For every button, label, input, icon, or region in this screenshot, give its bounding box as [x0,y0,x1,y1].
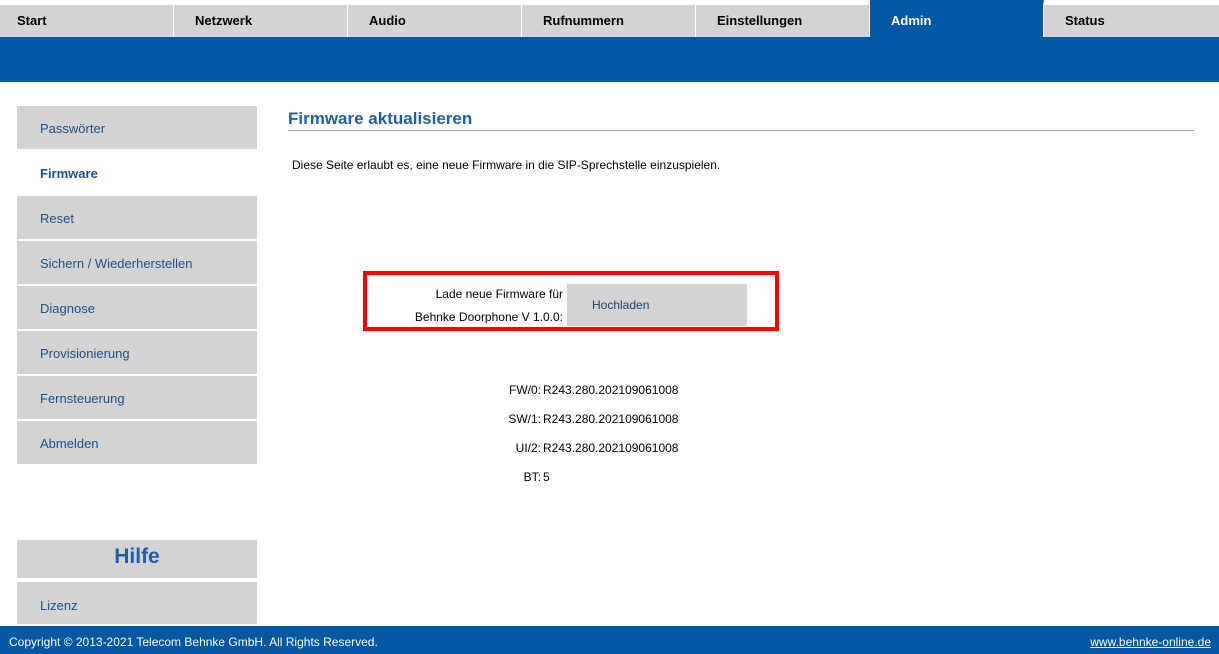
copyright-text: Copyright © 2013-2021 Telecom Behnke Gmb… [9,635,378,649]
tab-netzwerk[interactable]: Netzwerk [174,0,348,37]
version-key: BT: [523,470,541,484]
footer: Copyright © 2013-2021 Telecom Behnke Gmb… [0,626,1219,654]
version-key: FW/0: [509,383,541,397]
upload-label: Lade neue Firmware für Behnke Doorphone … [377,283,563,329]
top-navigation: Start Netzwerk Audio Rufnummern Einstell… [0,0,1219,37]
tab-admin[interactable]: Admin [870,0,1044,37]
version-row-sw: SW/1: R243.280.202109061008 [400,412,800,426]
version-value: R243.280.202109061008 [543,441,679,455]
version-row-ui: UI/2: R243.280.202109061008 [400,441,800,455]
sidebar-item-reset[interactable]: Reset [17,196,257,239]
upload-label-line1: Lade neue Firmware für [435,287,563,301]
version-key: UI/2: [515,441,541,455]
version-row-fw: FW/0: R243.280.202109061008 [400,383,800,397]
page-description: Diese Seite erlaubt es, eine neue Firmwa… [292,158,721,172]
tab-audio[interactable]: Audio [348,0,522,37]
tab-start[interactable]: Start [0,0,174,37]
tab-status[interactable]: Status [1044,0,1219,37]
upload-label-line2: Behnke Doorphone V 1.0.0: [414,310,563,324]
sidebar-item-firmware[interactable]: Firmware [17,151,257,194]
footer-website-link[interactable]: www.behnke-online.de [1090,635,1211,649]
sidebar-item-fernsteuerung[interactable]: Fernsteuerung [17,376,257,419]
tab-rufnummern[interactable]: Rufnummern [522,0,696,37]
version-value: 5 [543,470,550,484]
sidebar-item-lizenz[interactable]: Lizenz [17,582,257,624]
version-key: SW/1: [508,412,541,426]
version-value: R243.280.202109061008 [543,383,679,397]
version-value: R243.280.202109061008 [543,412,679,426]
tab-einstellungen[interactable]: Einstellungen [696,0,870,37]
sidebar-item-diagnose[interactable]: Diagnose [17,286,257,329]
version-row-bt: BT: 5 [400,470,800,484]
sidebar-item-abmelden[interactable]: Abmelden [17,421,257,464]
upload-button[interactable]: Hochladen [567,284,747,326]
sidebar: Passwörter Firmware Reset Sichern / Wied… [17,106,257,466]
help-heading: Hilfe [17,540,257,578]
page-title: Firmware aktualisieren [288,109,473,128]
sidebar-item-sichern[interactable]: Sichern / Wiederherstellen [17,241,257,284]
header-bar [0,37,1219,82]
sidebar-item-passwoerter[interactable]: Passwörter [17,106,257,149]
title-divider [288,130,1194,131]
sidebar-item-provisionierung[interactable]: Provisionierung [17,331,257,374]
